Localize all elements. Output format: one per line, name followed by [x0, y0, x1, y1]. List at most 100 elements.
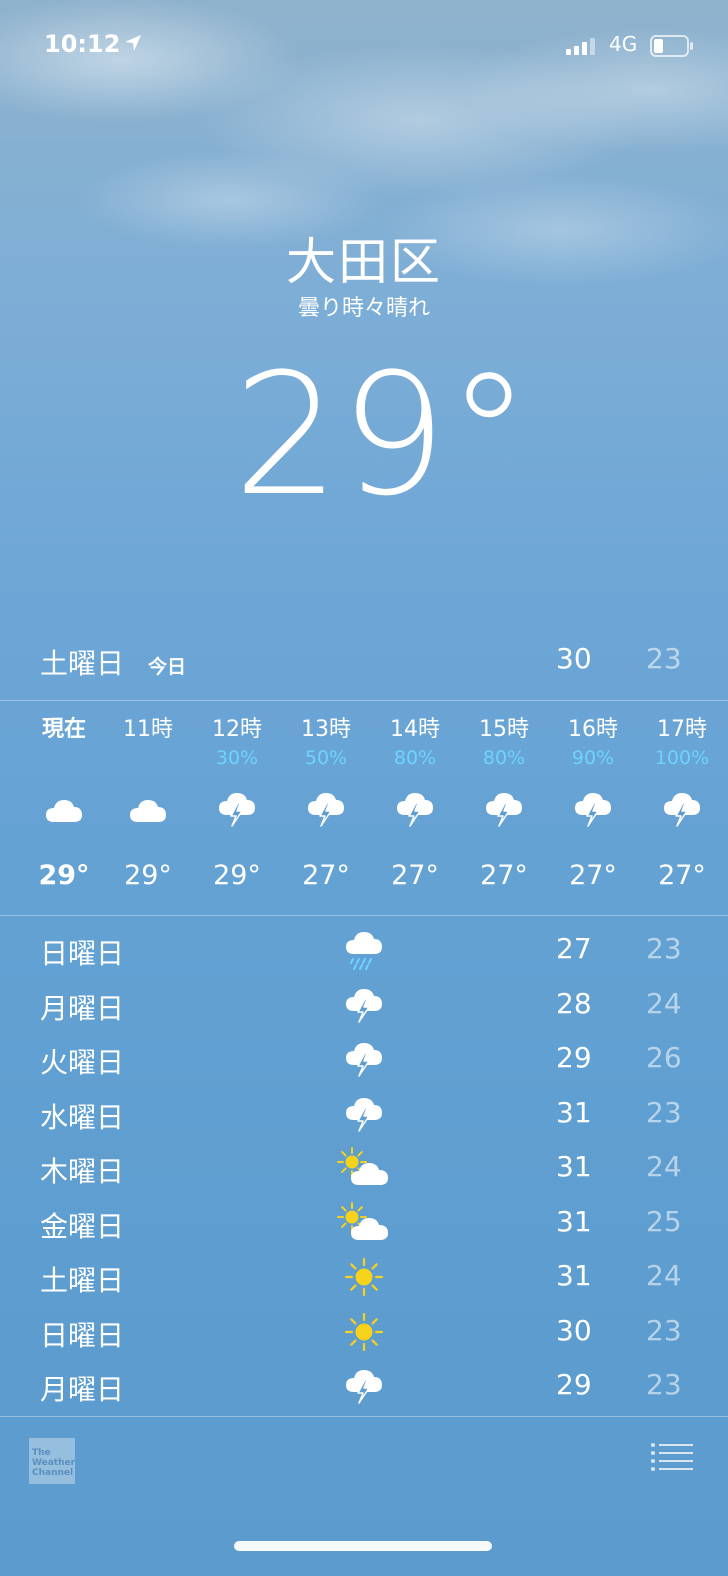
hourly-item: 11時 29° [112, 716, 184, 891]
hour-label: 14時 [390, 717, 440, 742]
divider [0, 915, 728, 916]
day-high: 27 [556, 932, 592, 965]
thunderstorm-icon [336, 1037, 392, 1081]
day-name: 火曜日 [40, 1046, 125, 1079]
day-low: 26 [646, 1041, 682, 1074]
sunny-icon [336, 1310, 392, 1354]
thunderstorm-icon [201, 788, 273, 830]
daily-row: 水曜日 31 23 [0, 1088, 728, 1142]
precip-chance: 30% [215, 747, 259, 769]
daily-row: 月曜日 28 24 [0, 979, 728, 1033]
hour-label: 16時 [568, 717, 618, 742]
city-name: 大田区 [286, 233, 442, 291]
precip-chance: 50% [304, 747, 348, 769]
hour-label: 現在 [41, 717, 86, 742]
day-high: 28 [556, 986, 592, 1020]
hour-temperature: 29° [213, 860, 261, 891]
hourly-item: 14時 80% 27° [379, 716, 451, 891]
city-list-button[interactable] [650, 1442, 694, 1476]
day-high: 29 [556, 1041, 592, 1074]
partly-sunny-icon [336, 1201, 392, 1245]
today-row: 土曜日 今日 30 23 [0, 640, 728, 684]
hourly-item: 17時 100% 27° [646, 716, 718, 891]
weather-channel-logo[interactable]: The Weather Channel [29, 1438, 75, 1484]
daily-row: 月曜日 29 23 [0, 1360, 728, 1414]
hour-label: 12時 [212, 717, 262, 742]
today-day: 土曜日 [40, 647, 125, 680]
hourly-item: 13時 50% 27° [290, 716, 362, 891]
hour-label: 13時 [301, 717, 351, 742]
thunderstorm-icon [379, 788, 451, 830]
precip-chance: 90% [571, 747, 615, 769]
precip-chance: 80% [482, 747, 526, 769]
precip-chance [28, 744, 100, 772]
thunderstorm-icon [336, 1092, 392, 1136]
hour-temperature: 27° [302, 860, 350, 891]
day-name: 日曜日 [40, 937, 125, 970]
day-low: 24 [646, 1259, 682, 1292]
day-name: 水曜日 [40, 1100, 125, 1134]
current-condition: 曇り時々晴れ [297, 296, 430, 321]
daily-row: 木曜日 31 24 [0, 1142, 728, 1196]
day-name: 木曜日 [40, 1155, 125, 1188]
divider [0, 1416, 728, 1417]
today-tag: 今日 [148, 656, 187, 678]
day-high: 31 [556, 1259, 592, 1292]
daily-row: 火曜日 29 26 [0, 1033, 728, 1087]
status-time: 10:12 [44, 30, 121, 58]
day-high: 30 [556, 1313, 592, 1347]
day-low: 23 [646, 1313, 682, 1347]
day-name: 土曜日 [40, 1264, 125, 1297]
hourly-item: 現在 29° [28, 716, 100, 891]
hourly-forecast[interactable]: 現在 29° 11時 29° 12時 30% 29° 13時 50% 27° 14時 80% 27° 15… [0, 716, 728, 906]
current-temperature: 29° [233, 337, 531, 533]
day-high: 31 [556, 1095, 592, 1129]
day-low: 23 [646, 1368, 682, 1401]
thunderstorm-icon [557, 788, 629, 830]
day-low: 23 [646, 1095, 682, 1129]
hour-label: 15時 [479, 717, 529, 742]
daily-row: 土曜日 31 24 [0, 1251, 728, 1305]
battery-icon [650, 35, 694, 61]
thunderstorm-icon [646, 788, 718, 830]
hour-temperature: 29° [124, 860, 172, 891]
hour-temperature: 27° [658, 860, 706, 891]
hourly-item: 15時 80% 27° [468, 716, 540, 891]
day-name: 日曜日 [40, 1318, 125, 1352]
hourly-item: 12時 30% 29° [201, 716, 273, 891]
hour-label: 17時 [657, 717, 707, 742]
hour-temperature: 27° [391, 860, 439, 891]
day-high: 31 [556, 1204, 592, 1238]
status-bar: 10:12 4G [0, 30, 728, 64]
home-indicator[interactable] [234, 1541, 492, 1551]
day-name: 月曜日 [40, 1373, 125, 1406]
cloud-icon [112, 788, 184, 830]
daily-row: 金曜日 31 25 [0, 1197, 728, 1251]
hourly-item: 16時 90% 27° [557, 716, 629, 891]
network-type: 4G [609, 32, 638, 56]
hour-temperature: 27° [569, 860, 617, 891]
rain-icon [336, 928, 392, 972]
list-icon [651, 1443, 693, 1471]
day-high: 31 [556, 1150, 592, 1183]
day-low: 25 [646, 1204, 682, 1238]
hour-label: 11時 [123, 717, 173, 742]
thunderstorm-icon [336, 1364, 392, 1408]
hour-temperature: 29° [38, 860, 90, 891]
weather-channel-logo-text: The Weather Channel [32, 1448, 76, 1478]
daily-row: 日曜日 27 23 [0, 924, 728, 978]
precip-chance: 100% [654, 747, 710, 769]
day-low: 23 [646, 932, 682, 965]
signal-bars-icon [566, 37, 600, 59]
day-name: 金曜日 [40, 1209, 125, 1243]
sunny-icon [336, 1255, 392, 1299]
day-name: 月曜日 [40, 991, 125, 1025]
day-high: 29 [556, 1368, 592, 1401]
hour-temperature: 27° [480, 860, 528, 891]
today-low: 23 [646, 642, 682, 675]
cloud-icon [28, 788, 100, 830]
thunderstorm-icon [290, 788, 362, 830]
precip-chance: 80% [393, 747, 437, 769]
thunderstorm-icon [336, 983, 392, 1027]
precip-chance [112, 744, 184, 772]
